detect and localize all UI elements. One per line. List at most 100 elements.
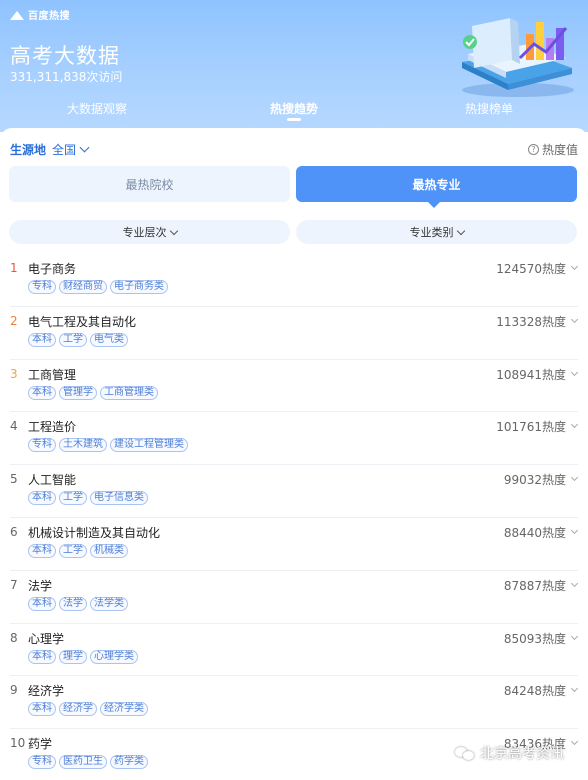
major-tags: 本科 法学 法学类	[28, 596, 128, 611]
visit-count: 331,311,838次访问	[10, 70, 123, 84]
major-tag: 法学	[59, 596, 87, 611]
major-level-dropdown[interactable]: 专业层次	[9, 220, 290, 244]
major-tag: 管理学	[59, 385, 97, 400]
rank-number: 5	[10, 472, 18, 487]
rank-number: 6	[10, 524, 18, 539]
chevron-down-icon[interactable]	[570, 421, 579, 429]
list-item[interactable]: 1 电子商务 专科 财经商贸 电子商务类 124570热度	[10, 254, 579, 307]
tab-hot-list[interactable]: 热搜榜单	[439, 100, 539, 117]
heat-value: 124570热度	[496, 262, 566, 276]
header-banner: 百度热搜 高考大数据 331,311,838次访问 大数据观察 热搜趋势 热搜榜…	[0, 0, 588, 132]
active-tab-indicator	[287, 118, 301, 121]
chevron-down-icon[interactable]	[570, 368, 579, 376]
major-tag: 土木建筑	[59, 438, 107, 453]
heat-value: 85093热度	[503, 631, 566, 646]
rank-number: 2	[10, 313, 18, 328]
heat-value: 99032热度	[503, 473, 566, 488]
major-ranking-list: 1 电子商务 专科 财经商贸 电子商务类 124570热度 2 电气工程及其自动化 本科 工学 电气…	[0, 254, 588, 780]
wechat-icon	[455, 745, 475, 761]
watermark: 北京高考资讯	[455, 743, 564, 763]
brand[interactable]: 百度热搜	[10, 7, 70, 22]
rank-number: 4	[10, 419, 18, 434]
segment-hot-schools[interactable]: 最热院校	[9, 166, 290, 202]
major-tags: 本科 工学 电子信息类	[28, 491, 148, 506]
major-category-dropdown[interactable]: 专业类别	[296, 220, 577, 244]
chevron-down-icon[interactable]	[570, 262, 579, 271]
major-tags: 本科 工学 电气类	[28, 332, 128, 347]
brand-logo-icon	[10, 9, 24, 21]
chevron-down-icon[interactable]	[79, 142, 90, 152]
list-item[interactable]: 6 机械设计制造及其自动化 本科 工学 机械类 88440热度	[10, 518, 579, 571]
major-tag: 工学	[59, 332, 87, 347]
major-tag: 电子商务类	[110, 280, 168, 294]
question-icon: ?	[527, 143, 539, 155]
major-tag: 财经商贸	[59, 280, 107, 294]
chevron-down-icon[interactable]	[570, 526, 579, 535]
major-tag: 电子信息类	[90, 491, 148, 506]
major-tag: 本科	[28, 491, 56, 506]
major-tag: 本科	[28, 543, 56, 558]
major-tags: 本科 管理学 工商管理类	[28, 385, 158, 400]
major-tag: 工学	[59, 491, 87, 506]
chevron-down-icon[interactable]	[570, 738, 579, 746]
chevron-down-icon[interactable]	[570, 474, 579, 482]
list-item[interactable]: 5 人工智能本科 工学 电子信息类 99032热度	[10, 465, 579, 518]
list-item[interactable]: 3 工商管理本科 管理学 工商管理类 108941热度	[10, 360, 579, 413]
heat-help[interactable]: ? 热度值	[527, 141, 578, 158]
chevron-down-icon[interactable]	[570, 685, 579, 693]
major-tag: 机械类	[90, 543, 128, 558]
heat-value: 84248热度	[503, 684, 566, 699]
major-tag: 经济学	[59, 702, 97, 717]
major-name: 电子商务	[28, 262, 77, 276]
major-tag: 医药卫生	[59, 755, 107, 770]
major-tag: 经济学类	[100, 702, 148, 717]
major-tag: 建设工程管理类	[110, 438, 188, 453]
major-tags: 本科 理学 心理学类	[28, 649, 138, 664]
major-name: 人工智能	[28, 473, 77, 488]
chevron-down-icon[interactable]	[570, 632, 579, 640]
watermark-text: 北京高考资讯	[480, 746, 564, 762]
major-tag: 本科	[28, 596, 56, 611]
list-item[interactable]: 8 心理学 本科 理学 心理学类 85093热度	[10, 624, 579, 677]
major-tag: 本科	[28, 649, 56, 664]
chevron-down-icon[interactable]	[570, 579, 579, 587]
major-tag: 工学	[59, 543, 87, 558]
list-item[interactable]: 7 法学 本科 法学 法学类 87887热度	[10, 571, 579, 624]
major-tags: 专科 医药卫生 药学类	[28, 755, 148, 770]
major-level-label: 专业层次	[122, 226, 167, 239]
chevron-down-icon	[456, 226, 465, 235]
brand-name: 百度热搜	[28, 11, 70, 22]
rank-number: 10	[10, 736, 26, 751]
chevron-down-icon	[169, 226, 178, 235]
top-nav: 大数据观察 热搜趋势 热搜榜单	[0, 100, 588, 121]
major-category-label: 专业类别	[409, 226, 454, 239]
major-name: 工商管理	[28, 367, 77, 382]
segment-hot-majors[interactable]: 最热专业	[296, 166, 577, 208]
major-name: 药学	[28, 737, 53, 752]
major-tag: 专科	[28, 755, 56, 770]
major-tag: 药学类	[110, 755, 148, 770]
origin-filter-row: 生源地 全国 ? 热度值	[10, 140, 578, 158]
rank-number: 3	[10, 366, 18, 381]
list-item[interactable]: 4 工程造价 专科 土木建筑 建设工程管理类 101761热度	[10, 412, 579, 466]
major-name: 机械设计制造及其自动化	[28, 525, 161, 540]
major-tags: 专科 土木建筑 建设工程管理类	[28, 438, 188, 453]
major-tag: 本科	[28, 332, 56, 347]
heat-value: 101761热度	[496, 420, 566, 435]
major-tags: 本科 工学 机械类	[28, 543, 128, 558]
tab-hot-trend[interactable]: 热搜趋势	[244, 100, 344, 117]
heat-help-label: 热度值	[541, 142, 578, 157]
segment-hot-schools-label: 最热院校	[125, 177, 174, 192]
tab-big-data[interactable]: 大数据观察	[47, 100, 147, 117]
major-tags: 本科 经济学 经济学类	[28, 702, 148, 717]
heat-value: 108941热度	[496, 367, 566, 382]
list-item[interactable]: 9 经济学 本科 经济学 经济学类 84248热度	[10, 676, 579, 730]
major-tag: 工商管理类	[100, 385, 158, 400]
major-tag: 心理学类	[90, 649, 138, 664]
rank-number: 8	[10, 630, 18, 645]
origin-select[interactable]: 全国	[52, 141, 76, 158]
chevron-down-icon[interactable]	[570, 315, 579, 323]
list-item[interactable]: 2 电气工程及其自动化 本科 工学 电气类 113328热度	[10, 307, 579, 360]
major-tags: 专科 财经商贸 电子商务类	[28, 280, 168, 294]
major-tag: 理学	[59, 649, 87, 664]
